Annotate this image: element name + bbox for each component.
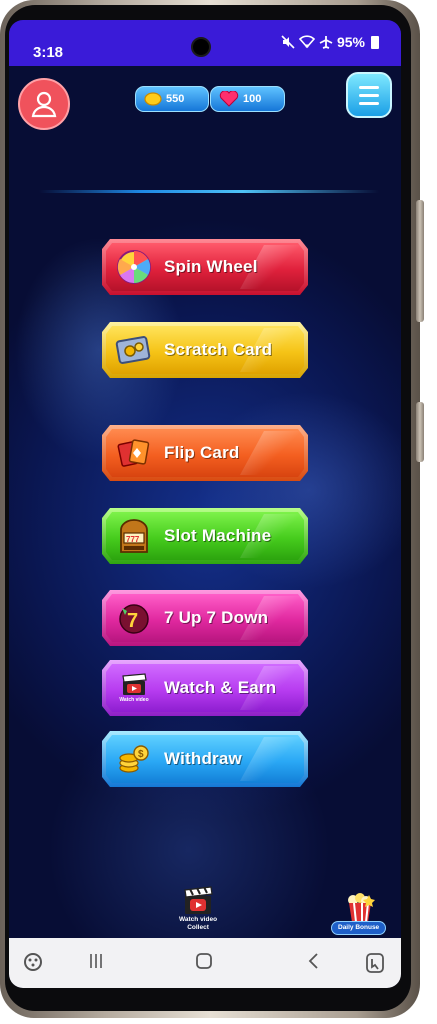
hamburger-line xyxy=(359,101,379,105)
back-icon[interactable] xyxy=(305,952,323,970)
coin-value: 550 xyxy=(166,93,185,105)
hamburger-line xyxy=(359,93,379,97)
watch-video-collect[interactable]: Watch video Collect xyxy=(179,886,217,932)
slot-machine-button[interactable]: 777 Slot Machine xyxy=(102,508,308,564)
airplane-icon xyxy=(319,35,333,49)
hamburger-icon xyxy=(359,85,379,89)
power-button xyxy=(416,200,424,322)
svg-text:$: $ xyxy=(138,749,144,760)
popcorn-gift-icon xyxy=(347,893,375,923)
withdraw-label: Withdraw xyxy=(164,749,242,768)
clapperboard-icon: Watch video xyxy=(114,668,154,708)
status-bar: 3:18 95% xyxy=(9,20,401,66)
coins-stack-icon: $ xyxy=(114,739,154,779)
heart-value: 100 xyxy=(243,93,262,105)
mute-icon xyxy=(281,35,295,49)
home-icon[interactable] xyxy=(195,952,213,970)
heart-icon xyxy=(219,91,239,107)
wifi-icon xyxy=(298,35,315,49)
cards-icon xyxy=(114,433,154,473)
withdraw-button[interactable]: $ Withdraw xyxy=(102,731,308,787)
battery-icon xyxy=(371,35,379,49)
watch-earn-button[interactable]: Watch video Watch & Earn xyxy=(102,660,308,716)
coin-balance[interactable]: 550 xyxy=(135,86,209,112)
screen: 3:18 95% 550 100 Spin Wheel Scratch Card… xyxy=(9,20,401,988)
scratch-card-label: Scratch Card xyxy=(164,340,273,359)
slot-machine-icon: 777 xyxy=(114,516,154,556)
navigation-bar xyxy=(9,938,401,988)
collect-text: Collect xyxy=(187,924,209,931)
svg-text:777: 777 xyxy=(126,535,140,544)
status-time: 3:18 xyxy=(33,44,64,61)
daily-bonus-label: Daily Bonuse xyxy=(331,921,387,935)
volume-button xyxy=(416,402,424,462)
header-divider xyxy=(39,190,379,193)
game-launcher-icon[interactable] xyxy=(23,952,43,972)
watch-video-text: Watch video xyxy=(179,916,218,923)
watch-video-caption: Watch video xyxy=(119,697,149,703)
slot-machine-label: Slot Machine xyxy=(164,526,272,545)
spin-wheel-button[interactable]: Spin Wheel xyxy=(102,239,308,295)
svg-text:7: 7 xyxy=(127,610,138,632)
accessibility-icon[interactable] xyxy=(365,952,385,974)
front-camera xyxy=(191,37,211,57)
battery-percent: 95% xyxy=(336,34,365,50)
seven-ball-icon: 7 xyxy=(114,598,154,638)
seven-up-down-label: 7 Up 7 Down xyxy=(164,608,269,627)
phone-frame: 3:18 95% 550 100 Spin Wheel Scratch Card… xyxy=(0,0,424,1018)
user-icon xyxy=(31,91,57,118)
profile-button[interactable] xyxy=(18,78,70,130)
wheel-icon xyxy=(114,247,154,287)
watch-earn-label: Watch & Earn xyxy=(164,678,277,697)
menu-button[interactable] xyxy=(346,72,392,118)
scratch-card-button[interactable]: Scratch Card xyxy=(102,322,308,378)
spin-wheel-label: Spin Wheel xyxy=(164,257,258,276)
scratch-card-icon xyxy=(114,330,154,370)
daily-bonus[interactable]: Daily Bonuse xyxy=(331,893,387,935)
flip-card-label: Flip Card xyxy=(164,443,240,462)
recents-icon[interactable] xyxy=(87,952,105,970)
flip-card-button[interactable]: Flip Card xyxy=(102,425,308,481)
status-icons: 95% xyxy=(281,34,379,50)
seven-up-down-button[interactable]: 7 7 Up 7 Down xyxy=(102,590,308,646)
coin-icon xyxy=(144,92,162,106)
heart-balance[interactable]: 100 xyxy=(210,86,285,112)
clapperboard-icon xyxy=(184,886,213,914)
